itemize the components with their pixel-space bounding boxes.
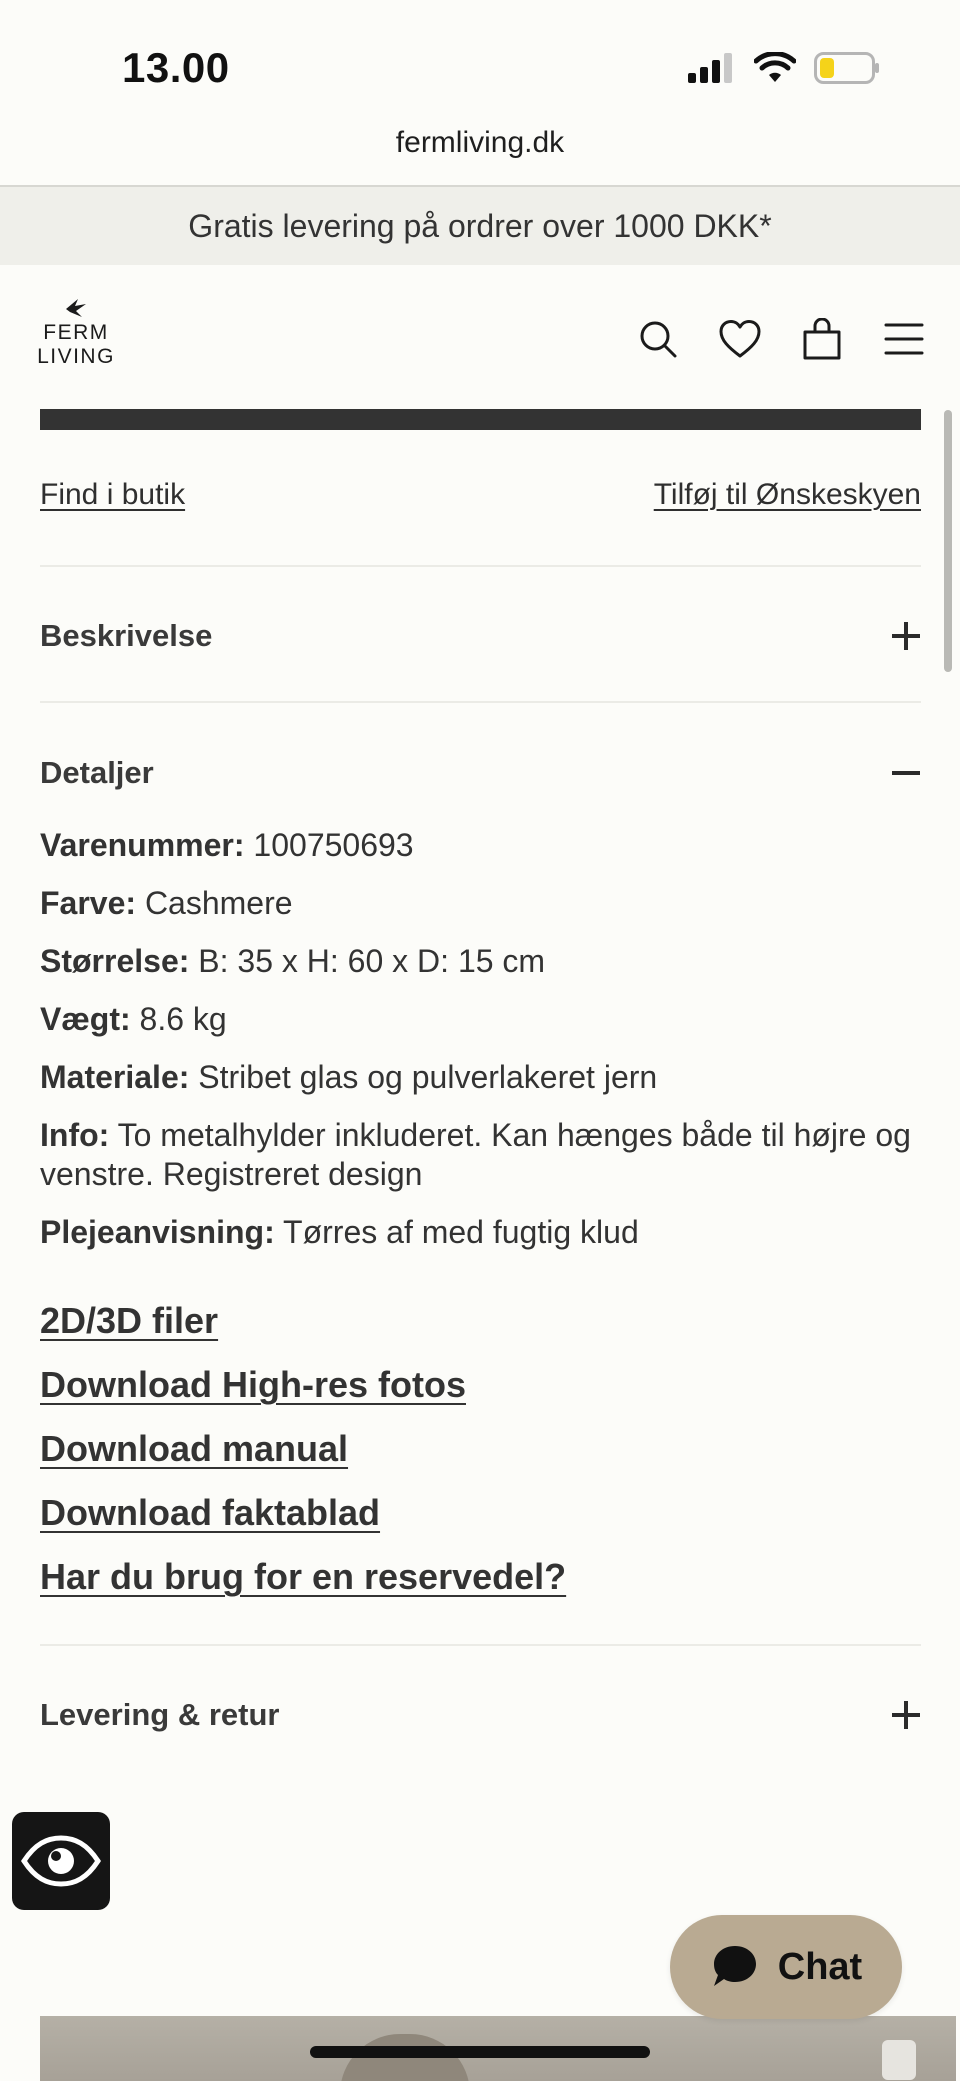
accordion-details[interactable]: Detaljer [40, 743, 921, 803]
add-to-cart-bar[interactable] [40, 409, 921, 430]
plus-icon [892, 1701, 920, 1729]
menu-button[interactable] [882, 317, 926, 361]
detail-label: Vægt: [40, 1001, 131, 1037]
battery-icon [814, 52, 879, 84]
search-icon [640, 321, 677, 358]
logo-line-1: FERM [43, 321, 109, 344]
detail-color: Farve: Cashmere [40, 884, 921, 923]
detail-item-number: Varenummer: 100750693 [40, 826, 921, 865]
find-in-store-link[interactable]: Find i butik [40, 478, 185, 512]
detail-value: 8.6 kg [139, 1001, 227, 1037]
product-image-badge [882, 2040, 916, 2080]
status-time: 13.00 [122, 44, 230, 91]
home-indicator [310, 2046, 650, 2058]
wishlist-button[interactable] [718, 317, 762, 361]
detail-size: Størrelse: B: 35 x H: 60 x D: 15 cm [40, 942, 921, 981]
details-list: Varenummer: 100750693 Farve: Cashmere St… [40, 826, 921, 1271]
status-bar: 13.00 [0, 0, 960, 130]
manual-link[interactable]: Download manual [40, 1426, 921, 1490]
chat-button[interactable]: Chat [670, 1915, 902, 2019]
accordion-delivery-title: Levering & retur [40, 1697, 280, 1732]
eye-icon [21, 1835, 101, 1887]
scrollbar-thumb[interactable] [944, 410, 952, 672]
logo-line-2: LIVING [37, 345, 115, 368]
detail-value: Stribet glas og pulverlakeret jern [198, 1059, 658, 1095]
menu-icon [884, 323, 924, 355]
logo-bird-icon [66, 299, 86, 317]
ferm-living-logo[interactable]: FERM LIVING [36, 297, 116, 369]
add-to-wishlist-link[interactable]: Tilføj til Ønskeskyen [654, 478, 921, 512]
divider [40, 701, 921, 703]
site-header: FERM LIVING [0, 265, 960, 395]
cart-button[interactable] [800, 317, 844, 361]
factsheet-link[interactable]: Download faktablad [40, 1490, 921, 1554]
heart-icon [719, 320, 761, 358]
divider [40, 1644, 921, 1646]
detail-value: Tørres af med fugtig klud [283, 1214, 639, 1250]
detail-value: To metalhylder inkluderet. Kan hænges bå… [40, 1117, 911, 1192]
divider [40, 565, 921, 567]
detail-value: B: 35 x H: 60 x D: 15 cm [198, 943, 546, 979]
detail-label: Varenummer: [40, 827, 245, 863]
accordion-description-title: Beskrivelse [40, 618, 213, 653]
files-2d3d-link[interactable]: 2D/3D filer [40, 1298, 921, 1362]
hires-photos-link[interactable]: Download High-res fotos [40, 1362, 921, 1426]
chat-bubble-icon [713, 1946, 756, 1986]
url-bar[interactable]: fermliving.dk [0, 126, 960, 160]
detail-label: Størrelse: [40, 943, 190, 979]
accordion-delivery[interactable]: Levering & retur [40, 1685, 921, 1745]
detail-label: Plejeanvisning: [40, 1214, 275, 1250]
detail-info: Info: To metalhylder inkluderet. Kan hæn… [40, 1116, 921, 1194]
detail-value: Cashmere [144, 885, 293, 921]
chat-label: Chat [777, 1945, 863, 1988]
accordion-description[interactable]: Beskrivelse [40, 606, 921, 666]
detail-label: Materiale: [40, 1059, 190, 1095]
header-icons [636, 317, 926, 361]
status-icons [688, 52, 880, 84]
resource-links: 2D/3D filer Download High-res fotos Down… [40, 1298, 921, 1618]
promo-text: Gratis levering på ordrer over 1000 DKK* [188, 207, 772, 244]
promo-banner: Gratis levering på ordrer over 1000 DKK* [0, 187, 960, 265]
detail-care: Plejeanvisning: Tørres af med fugtig klu… [40, 1213, 921, 1252]
detail-label: Farve: [40, 885, 137, 921]
minus-icon [892, 771, 920, 775]
detail-weight: Vægt: 8.6 kg [40, 1000, 921, 1039]
bag-icon [803, 318, 841, 360]
accordion-details-title: Detaljer [40, 755, 154, 790]
detail-label: Info: [40, 1117, 110, 1153]
search-button[interactable] [636, 317, 680, 361]
wifi-icon [754, 52, 796, 82]
accessibility-button[interactable] [12, 1812, 110, 1910]
product-actions-row: Find i butik Tilføj til Ønskeskyen [40, 478, 921, 512]
signal-icon [688, 53, 732, 83]
plus-icon [892, 622, 920, 650]
spare-part-link[interactable]: Har du brug for en reservedel? [40, 1554, 921, 1618]
detail-value: 100750693 [253, 827, 414, 863]
detail-material: Materiale: Stribet glas og pulverlakeret… [40, 1058, 921, 1097]
